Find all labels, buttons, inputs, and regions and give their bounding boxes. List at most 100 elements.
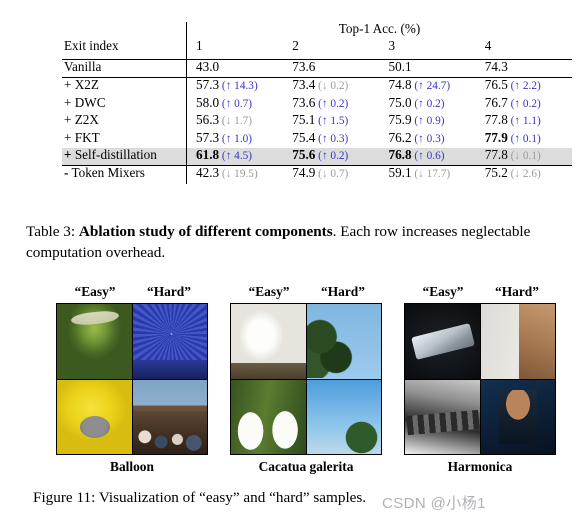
delta-increase: (↑ 0.1)	[507, 132, 541, 145]
cell-value: 57.3	[196, 77, 220, 93]
cell-value: 56.3	[196, 112, 220, 128]
column-header-4: 4	[475, 39, 572, 60]
cell-value: 76.2	[388, 129, 412, 145]
delta-increase: (↑ 1.1)	[507, 115, 541, 128]
figure-group-cacatua: “Easy” “Hard” Cacatua galerita	[230, 284, 382, 475]
cell-value: 75.1	[292, 112, 316, 128]
delta-increase: (↑ 24.7)	[411, 80, 451, 93]
cell-value: 77.8	[484, 112, 508, 128]
cell-value: 57.3	[196, 129, 220, 145]
delta-increase: (↑ 1.0)	[219, 132, 253, 145]
table-cell: 77.8 (↑ 1.1)	[476, 113, 572, 130]
table-cell: 77.9 (↑ 0.1)	[476, 130, 572, 148]
image-man-playing-harmonica-at-mic	[480, 304, 555, 379]
cell-value: 42.3	[196, 165, 220, 181]
table-row: - Token Mixers 42.3 (↓ 19.5) 74.9 (↓ 0.7) 5…	[62, 165, 572, 184]
row-label: + Z2X	[64, 112, 99, 128]
figure-groups: “Easy” “Hard” Balloon “Easy” “Hard” Caca…	[56, 284, 556, 475]
figure-11: “Easy” “Hard” Balloon “Easy” “Hard” Caca…	[56, 284, 556, 475]
class-label-cacatua: Cacatua galerita	[258, 459, 354, 474]
cell-value: 61.8	[196, 146, 220, 162]
table-row: Vanilla 43.0 73.6 50.1 74.3	[62, 59, 572, 79]
delta-increase: (↑ 0.7)	[219, 97, 253, 110]
cell-value: 75.4	[292, 129, 316, 145]
delta-decrease: (↓ 19.5)	[219, 168, 258, 181]
cell-value: 74.9	[292, 165, 316, 181]
image-harmonica-black-and-white-closeup	[405, 379, 480, 454]
ablation-table-body: Top-1 Acc. (%) Exit index 1 2 3 4 Vanill…	[62, 22, 572, 184]
table-cell: 76.2 (↑ 0.3)	[379, 129, 475, 148]
image-grid-cacatua	[230, 303, 382, 455]
cell-value: 76.7	[484, 94, 508, 110]
figure-caption: Figure 11: Visualization of “easy” and “…	[33, 489, 367, 506]
column-header-3: 3	[379, 39, 476, 60]
column-header-1: 1	[186, 39, 284, 60]
image-yellow-character-balloon	[57, 379, 132, 454]
cell-value: 77.8	[484, 146, 508, 162]
figure-group-harmonica: “Easy” “Hard” Harmonica	[404, 284, 556, 475]
table-cell: 75.0 (↑ 0.2)	[379, 96, 475, 113]
table-span-header-row: Top-1 Acc. (%)	[62, 22, 572, 39]
figure-group-headers-balloon: “Easy” “Hard”	[56, 284, 208, 300]
table-cell: 75.2 (↓ 2.6)	[475, 165, 572, 184]
cell-value: 58.0	[196, 94, 220, 110]
delta-increase: (↑ 14.3)	[219, 80, 258, 93]
table-cell: 76.5 (↑ 2.2)	[476, 78, 572, 96]
table-cell: 73.4 (↓ 0.2)	[283, 78, 379, 96]
table-cell: 76.8 (↑ 0.6)	[379, 148, 476, 166]
image-grid-balloon	[56, 303, 208, 455]
table-column-header-row: Exit index 1 2 3 4	[62, 39, 572, 60]
class-label-harmonica: Harmonica	[447, 459, 513, 474]
table-cell: 43.0	[186, 59, 284, 79]
easy-header-balloon: “Easy”	[74, 284, 116, 299]
image-green-hot-air-balloon	[57, 304, 132, 379]
row-label: + X2Z	[64, 77, 99, 93]
cell-value: 75.9	[388, 112, 412, 128]
hard-header-balloon: “Hard”	[147, 284, 191, 299]
row-label: + DWC	[64, 94, 106, 110]
delta-decrease: (↓ 0.7)	[315, 168, 349, 181]
table-caption-title: Ablation study of different components	[78, 223, 333, 240]
cell-value: 74.8	[388, 77, 412, 93]
image-harmonica-on-dark-background	[405, 304, 480, 379]
column-header-2: 2	[283, 39, 380, 60]
image-two-cockatoos-feeding	[231, 379, 306, 454]
image-cockatoo-flying-in-sky	[306, 379, 381, 454]
delta-decrease: (↓ 17.7)	[411, 168, 451, 181]
cell-value: 50.1	[388, 59, 412, 74]
figure-group-headers-cacatua: “Easy” “Hard”	[230, 284, 382, 300]
cell-value: 73.6	[292, 94, 316, 110]
easy-header-cacatua: “Easy”	[248, 284, 290, 299]
table-cell: 58.0 (↑ 0.7)	[186, 94, 284, 114]
delta-decrease: (↓ 0.1)	[507, 149, 541, 162]
delta-increase: (↑ 1.5)	[315, 115, 349, 128]
span-header-top1acc: Top-1 Acc. (%)	[186, 22, 572, 39]
cell-value: 73.4	[292, 77, 316, 93]
table-cell: 56.3 (↓ 1.7)	[186, 112, 284, 131]
span-header-empty-cell	[62, 22, 187, 39]
table-cell: 75.1 (↑ 1.5)	[283, 113, 379, 130]
row-label: + FKT	[64, 129, 100, 145]
image-singer-playing-harmonica-on-stage	[480, 379, 555, 454]
table-cell: 50.1	[379, 59, 476, 79]
image-balloon-basket-crowd	[132, 379, 207, 454]
table-row: + Z2X 56.3 (↓ 1.7) 75.1 (↑ 1.5) 75.9 (↑ 0.9…	[62, 112, 572, 131]
ablation-table: Top-1 Acc. (%) Exit index 1 2 3 4 Vanill…	[62, 22, 572, 184]
cell-value: 75.2	[484, 165, 508, 181]
table-caption-prefix: Table 3:	[26, 223, 76, 240]
table-row: + Self-distillation 61.8 (↑ 4.5) 75.6 (↑ 0…	[62, 148, 572, 166]
delta-increase: (↑ 0.3)	[315, 132, 349, 145]
delta-decrease: (↓ 0.2)	[315, 80, 349, 93]
table-cell: 74.3	[475, 59, 572, 79]
delta-decrease: (↓ 2.6)	[507, 168, 541, 181]
row-label: - Token Mixers	[62, 165, 187, 184]
table-cell: 74.9 (↓ 0.7)	[283, 165, 380, 184]
table-cell: 75.6 (↑ 0.2)	[283, 148, 380, 166]
column-header-exit-index: Exit index	[62, 39, 187, 60]
table-cell: 77.8 (↓ 0.1)	[475, 146, 572, 166]
table-caption: Table 3: Ablation study of different com…	[26, 222, 566, 264]
table-cell: 74.8 (↑ 24.7)	[379, 78, 475, 96]
ablation-table-container: Top-1 Acc. (%) Exit index 1 2 3 4 Vanill…	[62, 22, 572, 184]
table-cell: 59.1 (↓ 17.7)	[379, 165, 476, 184]
class-label-balloon: Balloon	[110, 459, 154, 474]
